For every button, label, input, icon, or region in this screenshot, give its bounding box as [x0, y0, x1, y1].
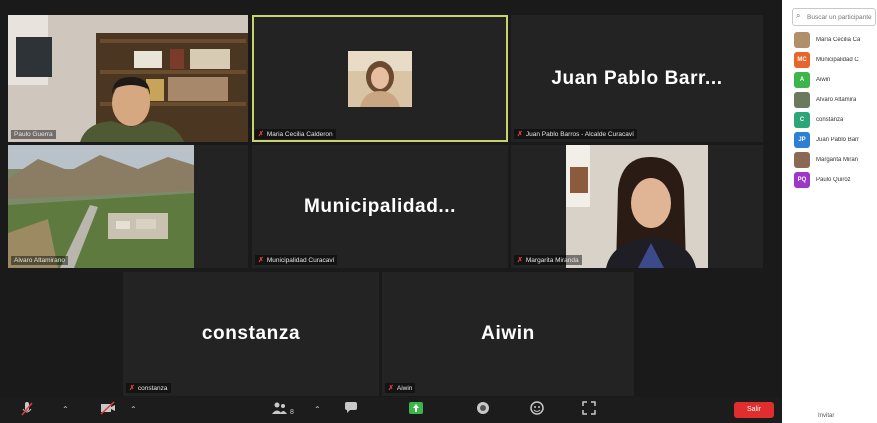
tile-name-tag: ✗ Juan Pablo Barros - Alcalde Curacaví — [514, 129, 637, 139]
leave-meeting-button[interactable]: Salir — [734, 402, 774, 418]
participant-list-item[interactable]: A Aiwin — [794, 70, 877, 90]
tile-name-tag: ✗ Municipalidad Curacaví — [255, 255, 338, 265]
participant-display-name: constanza — [201, 323, 301, 344]
video-tile-maria-active-speaker[interactable]: ✗ Maria Cecilia Calderon — [252, 15, 508, 142]
participant-name: Paulo Quiroz — [816, 177, 851, 183]
video-tile-margarita[interactable]: ✗ Margarita Miranda — [511, 145, 763, 268]
tile-name-tag: Alvaro Altamirano — [11, 256, 68, 265]
tile-name-tag: ✗ constanza — [126, 383, 171, 393]
participant-photo-avatar — [794, 92, 810, 108]
participant-search-input[interactable] — [805, 10, 877, 24]
participants-chevron-icon[interactable]: ⌃ — [314, 401, 321, 419]
participant-display-name: Juan Pablo Barr... — [551, 67, 723, 89]
participant-initials-avatar: JP — [794, 132, 810, 148]
participant-name: Margarita Miran — [816, 157, 859, 163]
participant-name: Alvaro Altamira — [816, 97, 857, 103]
video-tile-constanza[interactable]: constanza ✗ constanza — [123, 272, 379, 396]
tile-name-tag: ✗ Aiwin — [385, 383, 416, 393]
participant-name: María Cecilia Ca — [816, 37, 861, 43]
mic-muted-icon: ✗ — [129, 385, 135, 392]
fullscreen-icon[interactable] — [582, 401, 596, 420]
chat-icon[interactable] — [344, 401, 358, 419]
audio-options-chevron-icon[interactable]: ⌃ — [62, 401, 69, 419]
zoom-meeting-window: Paulo Guerra ✗ Maria Cecilia Calderon Jua… — [0, 0, 782, 423]
mic-muted-icon: ✗ — [258, 131, 264, 138]
video-options-chevron-icon[interactable]: ⌃ — [130, 401, 137, 419]
video-tile-aiwin[interactable]: Aiwin ✗ Aiwin — [382, 272, 634, 396]
participant-list-item[interactable]: Cconstanza — [794, 110, 877, 130]
participant-name: Municipalidad C — [816, 57, 859, 63]
participant-name: constanza — [816, 117, 844, 123]
mic-muted-icon: ✗ — [517, 257, 523, 264]
tile-name-tag: ✗ Maria Cecilia Calderon — [255, 129, 336, 139]
participant-initials-avatar: PQ — [794, 172, 810, 188]
tile-name-tag: ✗ Margarita Miranda — [514, 255, 582, 265]
participant-name: Aiwin — [816, 77, 831, 83]
participant-list-item[interactable]: MC Municipalidad C — [794, 50, 877, 70]
participant-initials-avatar: A — [794, 72, 810, 88]
video-tile-alvaro[interactable]: Alvaro Altamirano — [8, 145, 248, 268]
participant-list-item[interactable]: PQ Paulo Quiroz — [794, 170, 877, 190]
participant-initials-avatar: C — [794, 112, 810, 128]
participant-photo-avatar — [794, 152, 810, 168]
participant-photo-avatar — [794, 32, 810, 48]
mic-muted-icon: ✗ — [517, 131, 523, 138]
participant-list-item[interactable]: JP Juan Pablo Barr — [794, 130, 877, 150]
mic-muted-icon: ✗ — [388, 385, 394, 392]
participant-list-item[interactable]: Alvaro Altamira — [794, 90, 877, 110]
margarita-video — [566, 145, 708, 268]
record-icon[interactable] — [476, 401, 490, 420]
search-icon: ⌕ — [796, 11, 801, 20]
participant-list: María Cecilia Ca MC Municipalidad C A Aiwin A… — [794, 30, 877, 190]
participant-display-name: Aiwin — [481, 323, 535, 344]
invite-button[interactable]: Invitar — [818, 413, 834, 419]
mute-mic-icon[interactable] — [20, 401, 34, 422]
participant-list-item[interactable]: Margarita Miran — [794, 150, 877, 170]
share-screen-icon[interactable] — [408, 401, 424, 420]
mic-muted-icon: ✗ — [258, 257, 264, 264]
participant-display-name: Municipalidad... — [303, 195, 457, 217]
reactions-icon[interactable] — [530, 401, 544, 420]
tile-name-tag: Paulo Guerra — [11, 130, 56, 139]
maria-video — [348, 51, 412, 107]
participant-name: Juan Pablo Barr — [816, 137, 860, 143]
video-tile-municipalidad[interactable]: Municipalidad... ✗ Municipalidad Curacaví — [252, 145, 508, 268]
stop-video-icon[interactable] — [100, 401, 116, 420]
video-tile-paulo[interactable]: Paulo Guerra — [8, 15, 248, 142]
participants-panel: ⌕ María Cecilia Ca MC Municipalidad C A Aiwi… — [782, 0, 877, 423]
participants-icon[interactable]: 8 — [272, 401, 294, 422]
meeting-toolbar: ⌃ ⌃ 8 ⌃ Salir — [0, 397, 782, 423]
participants-count: 8 — [290, 409, 294, 416]
participant-initials-avatar: MC — [794, 52, 810, 68]
participant-search: ⌕ — [792, 8, 877, 26]
video-tile-juan-pablo[interactable]: Juan Pablo Barr... ✗ Juan Pablo Barros - … — [511, 15, 763, 142]
alvaro-video-landscape — [8, 145, 194, 268]
participant-list-item[interactable]: María Cecilia Ca — [794, 30, 877, 50]
paulo-video — [8, 15, 248, 142]
